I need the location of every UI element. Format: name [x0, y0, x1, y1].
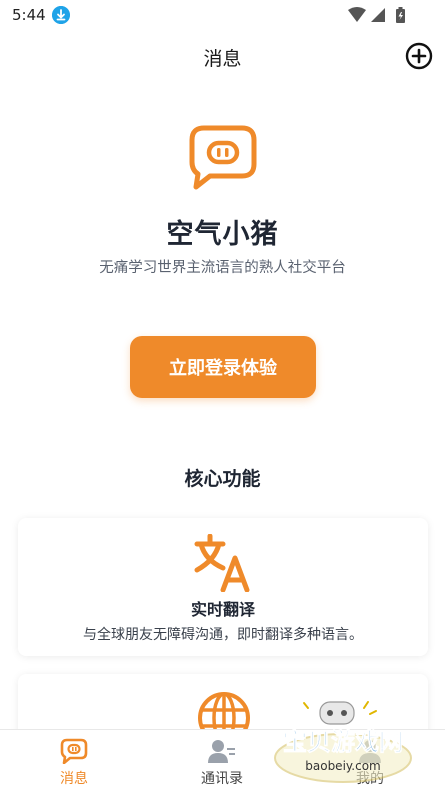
page-title: 消息 [203, 48, 242, 70]
tab-messages[interactable]: 消息 [0, 730, 148, 791]
add-button[interactable] [405, 42, 433, 70]
contacts-icon [208, 740, 235, 763]
features-section-title: 核心功能 [184, 468, 261, 490]
bottom-tab-bar: 消息 通讯录 我的 [0, 729, 445, 791]
feature-card-translation: 实时翻译 与全球朋友无障碍沟通，即时翻译多种语言。 [18, 518, 428, 656]
wifi-icon [348, 7, 366, 22]
feature-description: 与全球朋友无障碍沟通，即时翻译多种语言。 [83, 627, 363, 643]
signal-icon [371, 8, 385, 22]
header: 消息 [0, 36, 445, 76]
download-icon [52, 6, 70, 24]
login-button[interactable]: 立即登录体验 [130, 336, 316, 398]
tab-contacts[interactable]: 通讯录 [148, 730, 296, 791]
pig-logo-icon [189, 125, 257, 190]
app-name: 空气小猪 [166, 219, 279, 250]
feature-title: 实时翻译 [190, 600, 255, 619]
tab-label: 我的 [356, 771, 384, 787]
app-slogan: 无痛学习世界主流语言的熟人社交平台 [99, 260, 346, 276]
status-bar: 5:44 [0, 0, 445, 30]
translate-icon [194, 534, 250, 592]
tab-label: 消息 [60, 771, 88, 787]
tab-mine[interactable]: 我的 [296, 730, 444, 791]
system-status-icons [348, 7, 405, 23]
message-icon [60, 738, 88, 764]
status-time: 5:44 [12, 6, 46, 24]
profile-icon [359, 740, 381, 763]
tab-label: 通讯录 [201, 771, 243, 787]
